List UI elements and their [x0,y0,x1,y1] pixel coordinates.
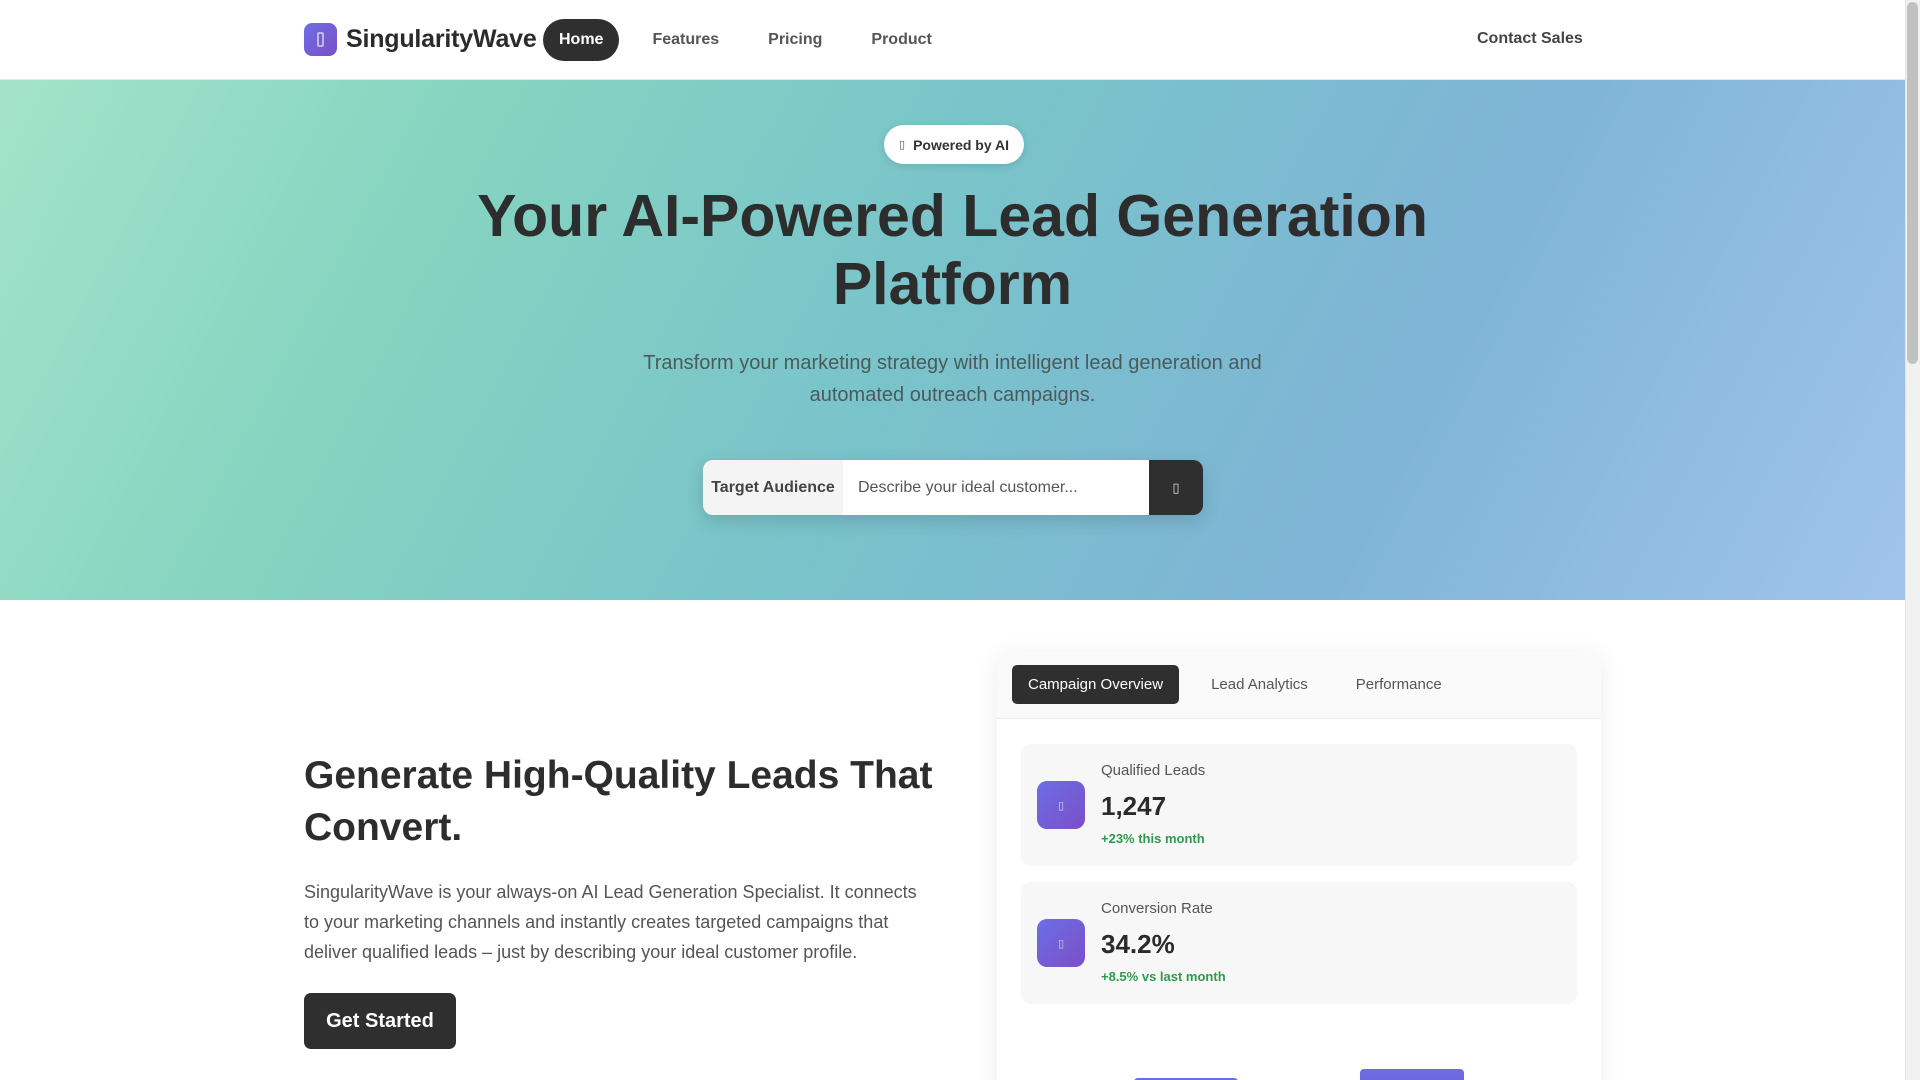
main-nav: Home Features Pricing Product [543,19,965,61]
nav-home[interactable]: Home [543,19,620,61]
metric-value: 1,247 [1101,791,1167,821]
hero-section: ▯ Powered by AI Your AI-Powered Lead Gen… [0,80,1905,600]
audience-search-bar: Target Audience ▯ [703,460,1203,515]
search-label: Target Audience [703,460,843,515]
tab-lead-analytics[interactable]: Lead Analytics [1195,665,1324,704]
section-title: Generate High-Quality Leads That Convert… [304,754,933,849]
brand-logo[interactable]: SingularityWave [304,23,537,56]
badge-label: Powered by AI [913,136,1010,153]
tab-campaign-overview[interactable]: Campaign Overview [1012,665,1180,704]
page: SingularityWave Home Features Pricing Pr… [0,0,1920,1080]
chart-bar [1360,1069,1464,1080]
contact-sales-link[interactable]: Contact Sales [1477,30,1583,48]
hero-title: Your AI-Powered Lead Generation Platform [477,183,1428,317]
chart-icon: ▯ [1037,919,1085,967]
metric-card-conversion-rate: ▯ Conversion Rate 34.2% +8.5% vs last mo… [1021,882,1577,1004]
users-icon: ▯ [1037,781,1085,829]
nav-features[interactable]: Features [636,19,735,61]
powered-by-badge: ▯ Powered by AI [884,125,1025,164]
get-started-button[interactable]: Get Started [304,993,456,1049]
arrow-right-icon: ▯ [1172,479,1180,495]
section-body: SingularityWave is your always-on AI Lea… [304,882,917,962]
nav-product[interactable]: Product [855,19,947,61]
metric-label: Qualified Leads [1101,762,1206,779]
dashboard-tabs: Campaign Overview Lead Analytics Perform… [997,651,1601,719]
dashboard-preview: Campaign Overview Lead Analytics Perform… [997,651,1601,1080]
audience-input[interactable] [843,460,1149,515]
brand-name: SingularityWave [346,25,537,53]
metric-change: +23% this month [1101,831,1205,846]
bolt-icon: ▯ [899,139,906,151]
page-scrollbar[interactable] [1905,0,1920,1080]
tab-performance[interactable]: Performance [1340,665,1458,704]
metric-change: +8.5% vs last month [1101,969,1226,984]
nav-pricing[interactable]: Pricing [752,19,838,61]
metric-value: 34.2% [1101,929,1175,959]
scrollbar-thumb[interactable] [1907,2,1918,364]
logo-icon [304,23,337,56]
metric-card-qualified-leads: ▯ Qualified Leads 1,247 +23% this month [1021,744,1577,866]
hero-subtitle: Transform your marketing strategy with i… [643,352,1262,406]
top-navbar: SingularityWave Home Features Pricing Pr… [0,0,1905,80]
mini-bar-chart [1021,1037,1577,1080]
search-submit-button[interactable]: ▯ [1149,460,1203,515]
metric-label: Conversion Rate [1101,900,1213,917]
